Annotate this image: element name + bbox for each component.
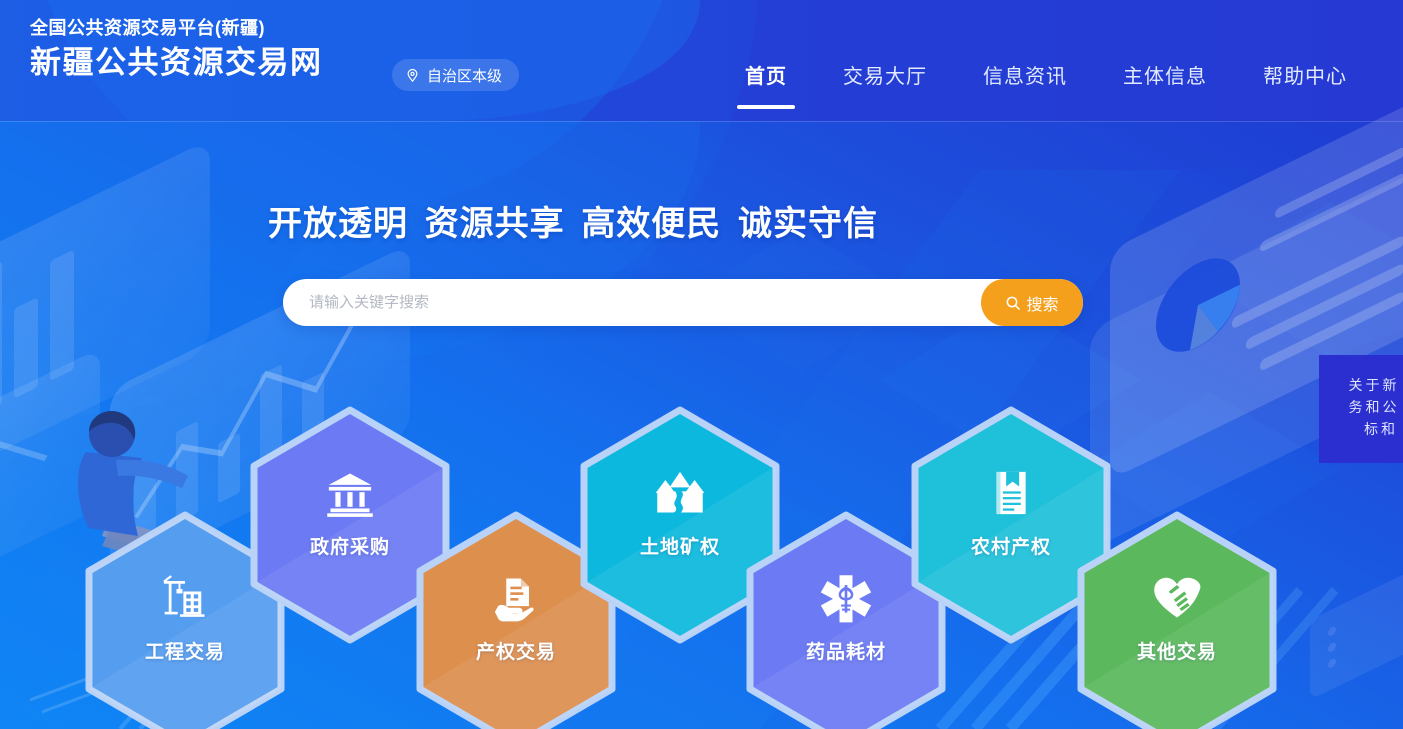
search-button-label: 搜索 bbox=[1026, 296, 1059, 314]
nav-item-information[interactable]: 信息资讯 bbox=[955, 60, 1095, 109]
side-panel-line-2: 务和公 bbox=[1348, 401, 1400, 416]
nav-item-help-center[interactable]: 帮助中心 bbox=[1235, 60, 1375, 109]
header-divider bbox=[0, 121, 1403, 122]
main-navigation: 首页 交易大厅 信息资讯 主体信息 帮助中心 bbox=[717, 60, 1375, 109]
magnifier-icon bbox=[1007, 296, 1021, 310]
nav-item-home[interactable]: 首页 bbox=[717, 60, 815, 109]
brand-title: 新疆公共资源交易网 bbox=[30, 45, 323, 80]
side-panel-line-1: 关于新 bbox=[1348, 379, 1400, 394]
region-selector-badge[interactable]: 自治区本级 bbox=[392, 59, 520, 91]
slogan-2: 资源共享 bbox=[424, 205, 565, 243]
location-pin-icon bbox=[407, 68, 418, 82]
side-panel-line-3: 标和 bbox=[1364, 423, 1398, 438]
search-input[interactable] bbox=[283, 294, 981, 311]
nav-item-trading-hall[interactable]: 交易大厅 bbox=[815, 60, 955, 109]
handshake-heart-icon bbox=[1074, 567, 1280, 629]
brand-block[interactable]: 全国公共资源交易平台(新疆) 新疆公共资源交易网 bbox=[30, 17, 323, 84]
slogan-1: 开放透明 bbox=[268, 205, 408, 243]
brand-subtitle: 全国公共资源交易平台(新疆) bbox=[30, 18, 265, 38]
site-header: 全国公共资源交易平台(新疆) 新疆公共资源交易网 自治区本级 首页 交易大厅 信… bbox=[0, 0, 1403, 121]
category-label: 其他交易 bbox=[1136, 642, 1217, 663]
search-bar: 搜索 bbox=[283, 279, 1083, 326]
slogan-3: 高效便民 bbox=[581, 205, 722, 243]
nav-item-entity-info[interactable]: 主体信息 bbox=[1095, 60, 1235, 109]
search-button[interactable]: 搜索 bbox=[981, 279, 1083, 326]
slogan-row: 开放透明 资源共享 高效便民 诚实守信 bbox=[0, 196, 1146, 245]
side-announcement-panel[interactable]: 关于新 务和公 标和 bbox=[1319, 355, 1403, 463]
slogan-4: 诚实守信 bbox=[737, 205, 878, 243]
category-hex-other-transactions[interactable]: 其他交易 bbox=[1074, 511, 1280, 729]
region-label: 自治区本级 bbox=[427, 67, 503, 85]
